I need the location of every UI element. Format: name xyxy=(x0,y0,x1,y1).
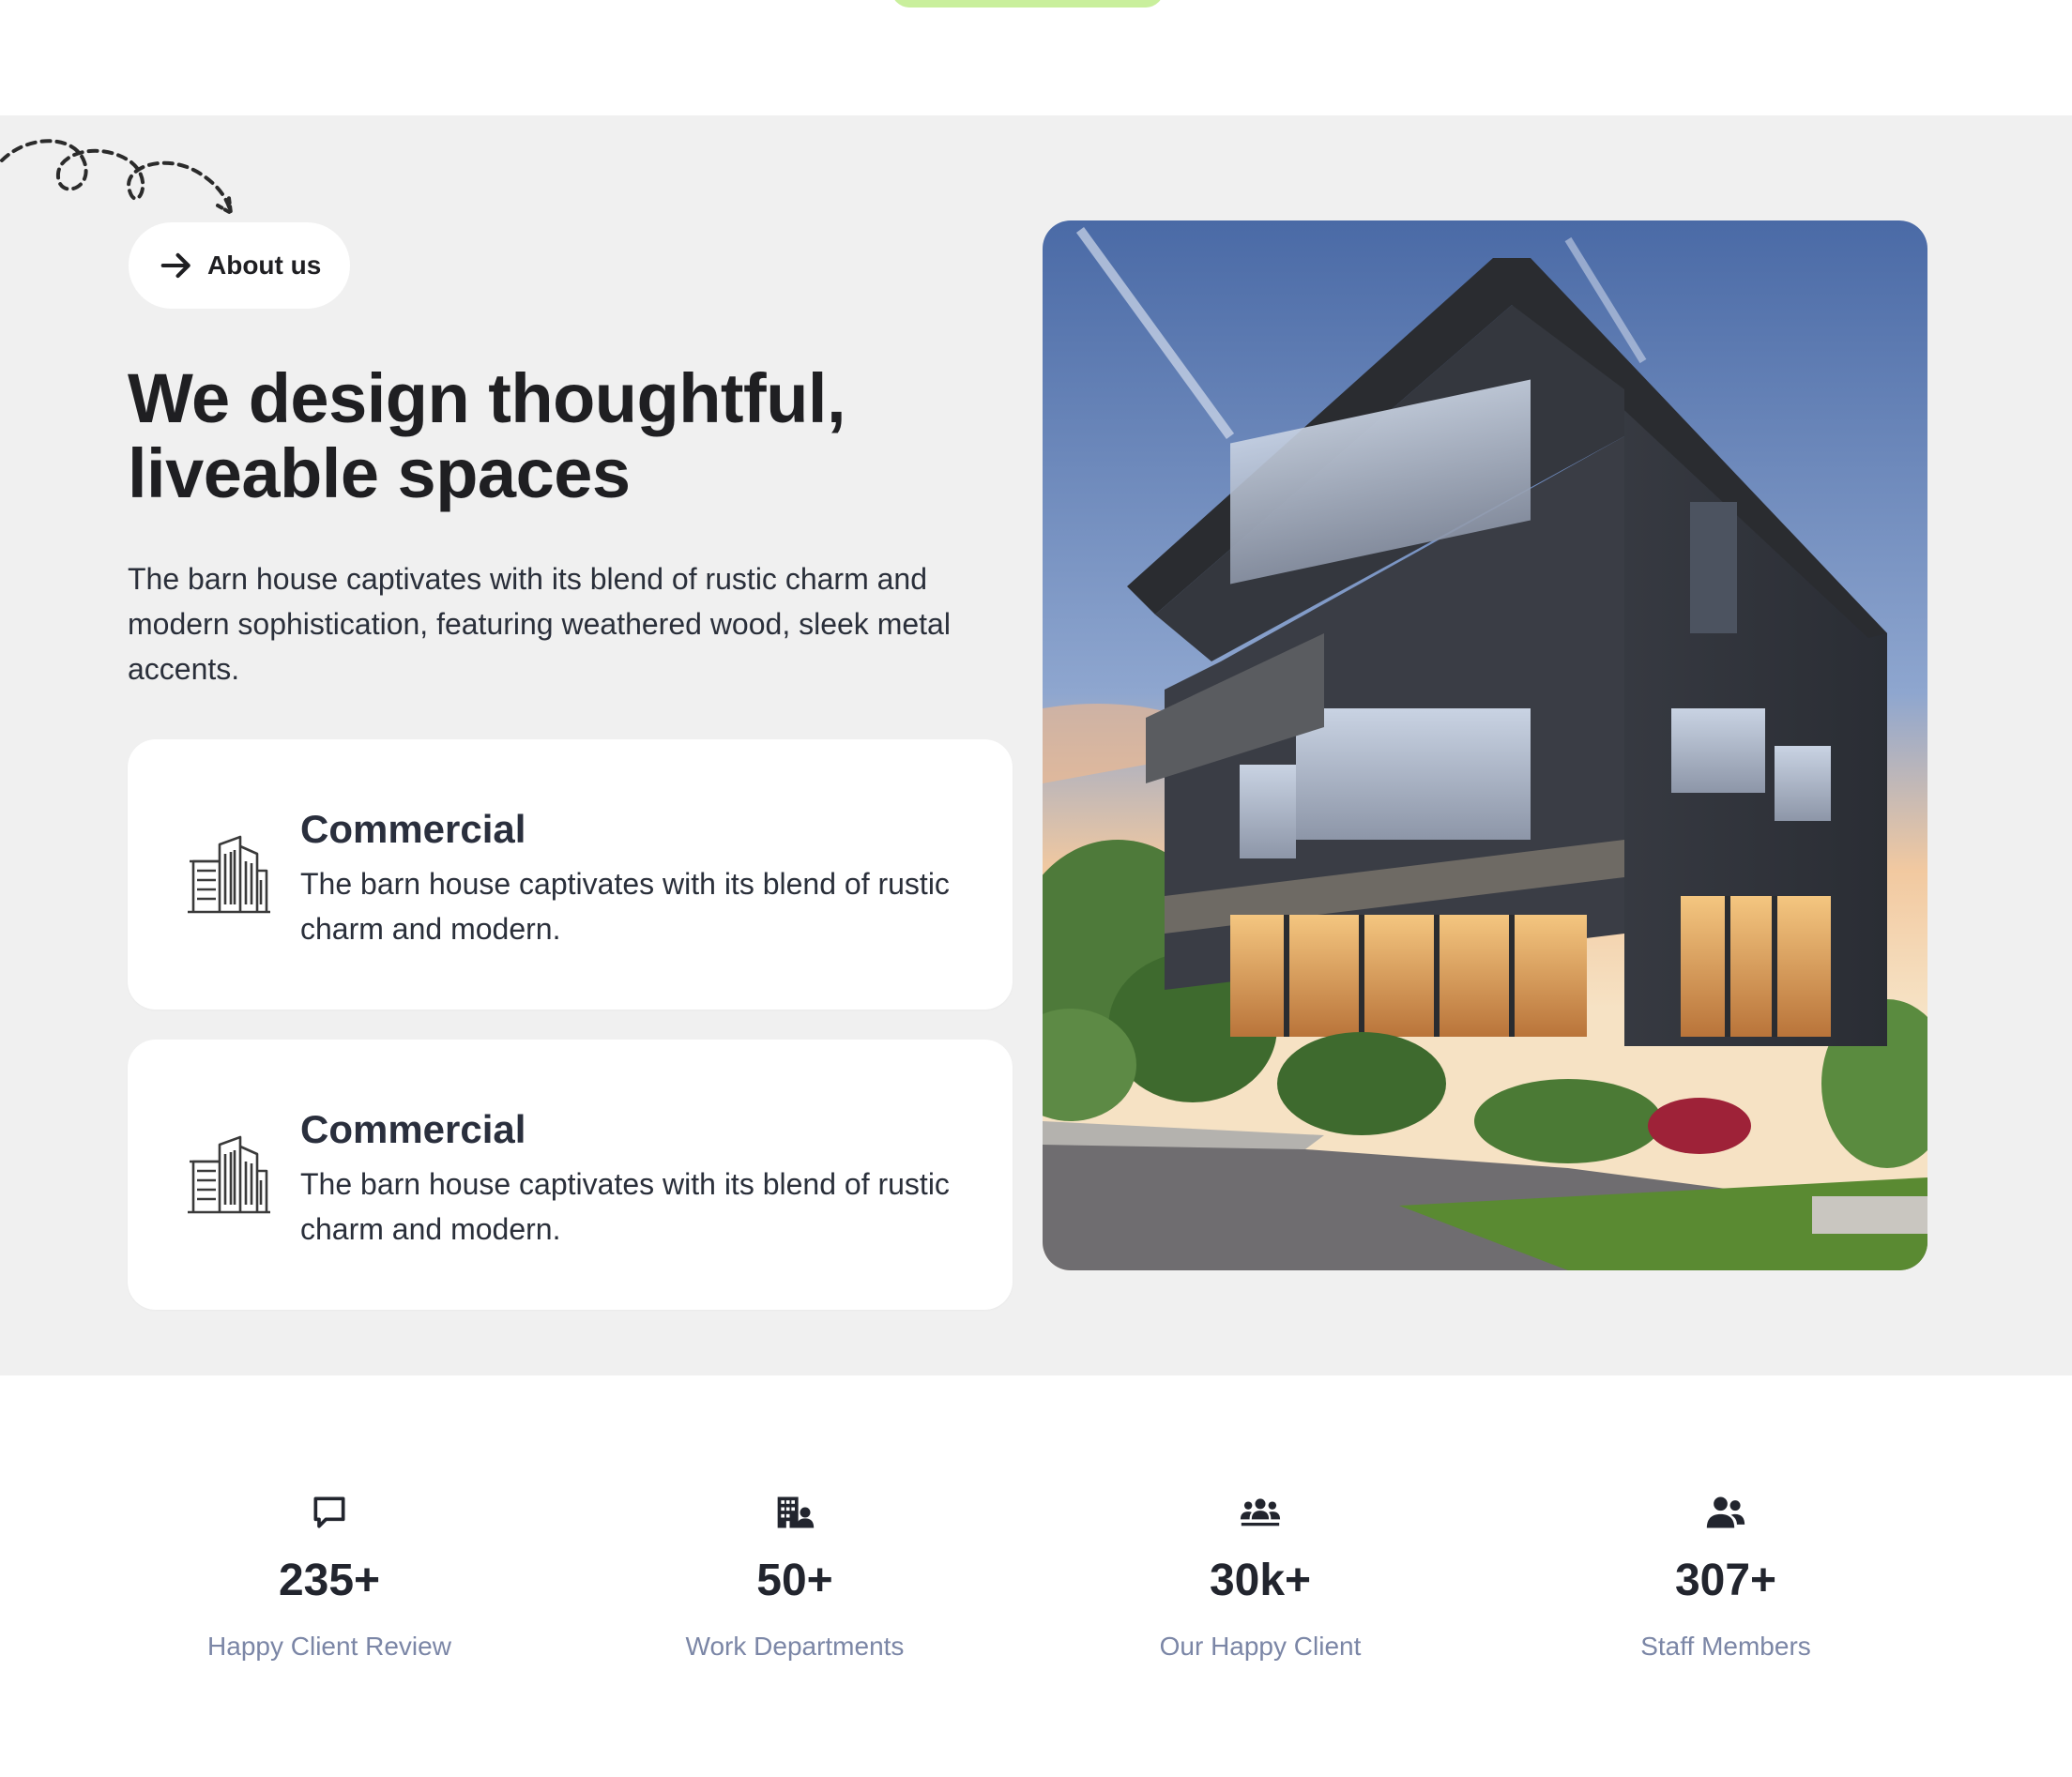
about-us-badge[interactable]: About us xyxy=(129,222,350,309)
stat-label: Work Departments xyxy=(685,1632,905,1661)
building-user-icon xyxy=(777,1496,815,1528)
stat-value: 307+ xyxy=(1674,1556,1777,1605)
headline-line-1: We design thoughtful, xyxy=(128,359,846,437)
buildings-icon xyxy=(188,1135,270,1214)
user-friends-icon xyxy=(1706,1496,1745,1528)
stat-value: 50+ xyxy=(756,1556,833,1605)
stat-value: 235+ xyxy=(278,1556,381,1605)
intro-paragraph: The barn house captivates with its blend… xyxy=(128,562,951,686)
stat-item: 307+ Staff Members xyxy=(1493,1492,1958,1664)
stat-label: Happy Client Review xyxy=(207,1632,451,1661)
users-group-icon xyxy=(1240,1498,1281,1526)
modern-house-photo xyxy=(1043,220,1927,1270)
chat-bubble-icon xyxy=(313,1496,345,1528)
page-headline: We design thoughtful, liveable spaces xyxy=(128,361,1028,511)
card-title: Commercial xyxy=(300,807,526,851)
card-description: The barn house captivates with its blend… xyxy=(300,1167,950,1246)
stat-item: 235+ Happy Client Review xyxy=(97,1492,562,1664)
service-card[interactable]: Commercial The barn house captivates wit… xyxy=(128,1040,1013,1310)
stat-item: 30k+ Our Happy Client xyxy=(1028,1492,1493,1664)
stat-label: Our Happy Client xyxy=(1159,1632,1362,1661)
about-section: About us We design thoughtful, liveable … xyxy=(0,115,2072,1375)
about-us-label: About us xyxy=(207,251,322,280)
headline-line-2: liveable spaces xyxy=(128,434,631,512)
stats-section: 235+ Happy Client Review 50+ Work Depart… xyxy=(0,1375,2072,1777)
cta-button-partial[interactable] xyxy=(891,0,1164,8)
stat-value: 30k+ xyxy=(1209,1556,1312,1605)
top-strip xyxy=(0,0,2072,115)
dashed-squiggle-decoration xyxy=(0,139,234,217)
buildings-icon xyxy=(188,835,270,914)
card-title: Commercial xyxy=(300,1107,526,1151)
service-card[interactable]: Commercial The barn house captivates wit… xyxy=(128,739,1013,1010)
stat-label: Staff Members xyxy=(1640,1632,1811,1661)
card-description: The barn house captivates with its blend… xyxy=(300,867,950,946)
arrow-right-icon xyxy=(160,252,190,279)
stat-item: 50+ Work Departments xyxy=(562,1492,1028,1664)
